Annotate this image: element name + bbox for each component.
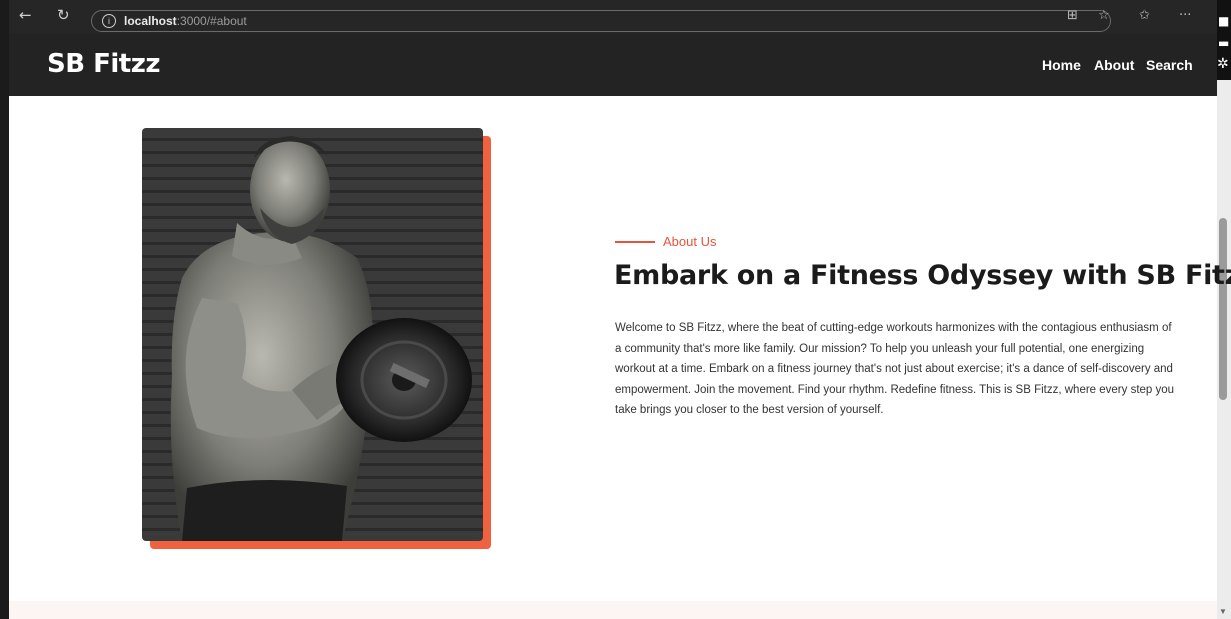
panel-icon[interactable]: ▬ bbox=[1218, 36, 1229, 50]
site-header: SB Fitzz Home About Search bbox=[9, 34, 1217, 96]
bodybuilder-photo bbox=[142, 128, 483, 541]
info-icon[interactable]: i bbox=[102, 14, 116, 28]
nav-about[interactable]: About bbox=[1094, 57, 1134, 73]
site-logo[interactable]: SB Fitzz bbox=[47, 49, 160, 79]
nav-search[interactable]: Search bbox=[1146, 57, 1193, 73]
window-edge bbox=[0, 0, 9, 619]
eyebrow-line bbox=[615, 240, 655, 243]
next-section-band bbox=[9, 601, 1217, 619]
gear-icon[interactable]: ✲ bbox=[1217, 56, 1229, 72]
star-icon[interactable]: ☆ bbox=[1098, 8, 1110, 23]
back-arrow-icon[interactable]: ← bbox=[19, 7, 32, 23]
scroll-down-icon[interactable]: ▼ bbox=[1219, 607, 1227, 616]
scrollbar-thumb[interactable] bbox=[1219, 218, 1227, 400]
address-bar[interactable]: i localhost:3000/#about bbox=[91, 10, 1111, 32]
eyebrow-label: About Us bbox=[663, 234, 717, 249]
about-heading: Embark on a Fitness Odyssey with SB Fitz… bbox=[614, 260, 1231, 291]
video-icon[interactable]: ■ bbox=[1218, 14, 1229, 28]
about-paragraph: Welcome to SB Fitzz, where the beat of c… bbox=[615, 322, 1175, 416]
about-eyebrow: About Us bbox=[615, 234, 716, 249]
browser-toolbar: ← ↻ i localhost:3000/#about ⊞ ☆ ✩ ··· bbox=[9, 0, 1217, 34]
apps-icon[interactable]: ⊞ bbox=[1067, 8, 1078, 23]
more-icon[interactable]: ··· bbox=[1179, 8, 1191, 23]
favorites-icon[interactable]: ✩ bbox=[1139, 8, 1150, 23]
url-text: localhost:3000/#about bbox=[124, 14, 247, 28]
nav-home[interactable]: Home bbox=[1042, 57, 1081, 73]
reload-icon[interactable]: ↻ bbox=[57, 7, 70, 23]
